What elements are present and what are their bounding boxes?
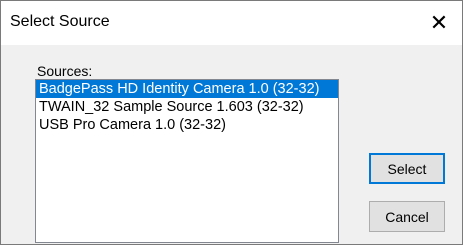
select-source-dialog: Select Source ✕ Sources: BadgePass HD Id… (0, 0, 463, 245)
close-icon[interactable]: ✕ (416, 1, 462, 45)
select-button[interactable]: Select (369, 153, 445, 184)
cancel-button[interactable]: Cancel (369, 201, 445, 232)
sources-label: Sources: (37, 63, 93, 79)
sources-listbox[interactable]: BadgePass HD Identity Camera 1.0 (32-32)… (35, 79, 339, 243)
title-bar: Select Source ✕ (1, 1, 462, 45)
dialog-title: Select Source (10, 13, 110, 30)
source-item-usb-pro-camera[interactable]: USB Pro Camera 1.0 (32-32) (36, 116, 338, 134)
source-item-badgepass[interactable]: BadgePass HD Identity Camera 1.0 (32-32) (36, 80, 338, 98)
source-item-twain-sample[interactable]: TWAIN_32 Sample Source 1.603 (32-32) (36, 98, 338, 116)
